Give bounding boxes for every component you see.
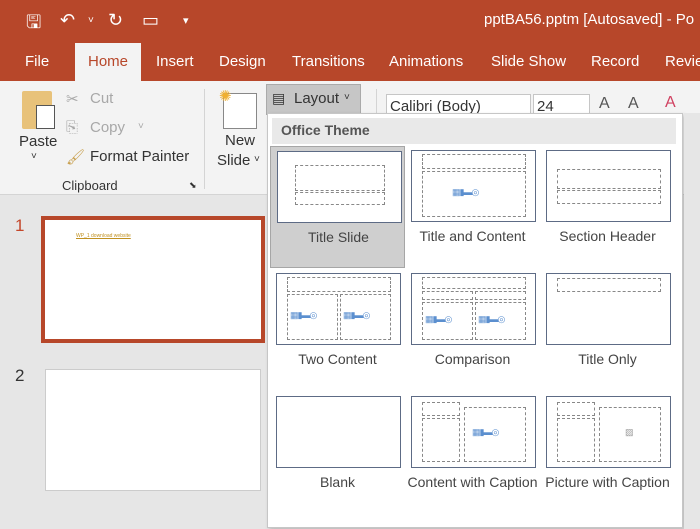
new-slide-label[interactable]: Slide (217, 152, 250, 169)
slide-thumbnail-2[interactable] (45, 369, 261, 491)
format-painter-icon: 🖌 (66, 149, 86, 166)
layout-gallery: Office Theme Title Slide ▦▮▬◎ Title and … (267, 113, 683, 528)
slide-text: WP_1 download website (76, 233, 131, 239)
tab-design[interactable]: Design (219, 53, 266, 70)
decrease-font-icon[interactable]: A (628, 95, 639, 113)
save-icon[interactable]: 🖫 (26, 10, 41, 40)
layout-content-with-caption[interactable]: ▦▮▬◎ Content with Caption (405, 392, 540, 514)
layout-label: Comparison (434, 351, 511, 367)
content-placeholder-icon: ▦▮▬◎ (343, 310, 370, 320)
present-icon[interactable]: ▭ (142, 10, 159, 31)
slide-number: 1 (15, 216, 25, 235)
slide-thumbnail-1[interactable]: WP_1 download website (41, 216, 265, 343)
cut-icon: ✂ (66, 91, 79, 108)
slide-thumbnail-pane: 1 WP_1 download website 2 (0, 196, 268, 529)
window-title: pptBA56.pptm [Autosaved] - Po (484, 11, 695, 28)
content-placeholder-icon: ▦▮▬◎ (472, 427, 499, 437)
layout-label: Section Header (559, 228, 656, 244)
layout-title-slide[interactable]: Title Slide (270, 146, 405, 268)
tab-insert[interactable]: Insert (156, 53, 194, 70)
layout-label: Title and Content (419, 228, 526, 244)
layout-label: Title Slide (308, 229, 369, 245)
ribbon-tabs: File Home Insert Design Transitions Anim… (0, 43, 700, 81)
content-placeholder-icon: ▦▮▬◎ (452, 187, 479, 197)
paste-dropdown-icon[interactable]: ˅ (31, 151, 37, 162)
layout-title-and-content[interactable]: ▦▮▬◎ Title and Content (405, 146, 540, 268)
tab-slide-show[interactable]: Slide Show (491, 53, 566, 70)
paste-page-icon (36, 105, 55, 129)
copy-icon: ⎘ (66, 119, 79, 136)
undo-icon[interactable]: ↶ (60, 10, 75, 31)
title-bar: 🖫 ↶ ˅ ↻ ▭ ▾ pptBA56.pptm [Autosaved] - P… (0, 0, 700, 43)
layout-title-only[interactable]: Title Only (540, 269, 675, 391)
layout-comparison[interactable]: ▦▮▬◎ ▦▮▬◎ Comparison (405, 269, 540, 391)
copy-button[interactable]: Copy (90, 119, 125, 136)
layout-label: Layout (294, 90, 340, 107)
tab-transitions[interactable]: Transitions (292, 53, 365, 70)
copy-dropdown-icon[interactable]: ˅ (138, 121, 144, 132)
layout-two-content[interactable]: ▦▮▬◎ ▦▮▬◎ Two Content (270, 269, 405, 391)
clipboard-group-label: Clipboard (62, 178, 118, 193)
layout-label: Content with Caption (407, 474, 538, 490)
tab-animations[interactable]: Animations (389, 53, 463, 70)
content-placeholder-icon: ▦▮▬◎ (425, 314, 452, 324)
increase-font-icon[interactable]: A (599, 95, 610, 113)
layout-icon: ▤ (272, 90, 286, 106)
dialog-launcher-icon[interactable]: ⬊ (189, 180, 197, 191)
layout-blank[interactable]: Blank (270, 392, 405, 514)
new-slide-dropdown-icon[interactable]: ˅ (254, 154, 260, 165)
undo-dropdown-icon[interactable]: ˅ (88, 15, 94, 26)
layout-label: Picture with Caption (545, 474, 670, 490)
tab-record[interactable]: Record (591, 53, 639, 70)
slide-number: 2 (15, 366, 25, 385)
layout-picture-with-caption[interactable]: ▨ Picture with Caption (540, 392, 675, 514)
content-placeholder-icon: ▦▮▬◎ (290, 310, 317, 320)
clear-formatting-icon[interactable]: A (665, 94, 676, 112)
layout-label: Blank (319, 474, 356, 490)
tab-file[interactable]: File (25, 53, 49, 70)
tab-review[interactable]: Revie (665, 53, 700, 70)
layout-section-header[interactable]: Section Header (540, 146, 675, 268)
paste-button[interactable]: Paste (19, 133, 57, 150)
format-painter-button[interactable]: Format Painter (90, 148, 189, 165)
gallery-edge (684, 113, 700, 529)
customize-toolbar-icon[interactable]: ▾ (183, 14, 189, 27)
sparkle-icon: ✺ (219, 88, 232, 105)
gallery-header: Office Theme (272, 118, 676, 144)
layout-dropdown-icon: ˅ (344, 92, 350, 103)
layout-label: Title Only (578, 351, 637, 367)
content-placeholder-icon: ▦▮▬◎ (478, 314, 505, 324)
repeat-icon[interactable]: ↻ (108, 10, 123, 31)
picture-placeholder-icon: ▨ (625, 427, 633, 437)
tab-home[interactable]: Home (75, 43, 142, 81)
layout-label: Two Content (298, 351, 377, 367)
cut-button[interactable]: Cut (90, 90, 113, 107)
new-slide-button[interactable]: New (225, 132, 255, 149)
